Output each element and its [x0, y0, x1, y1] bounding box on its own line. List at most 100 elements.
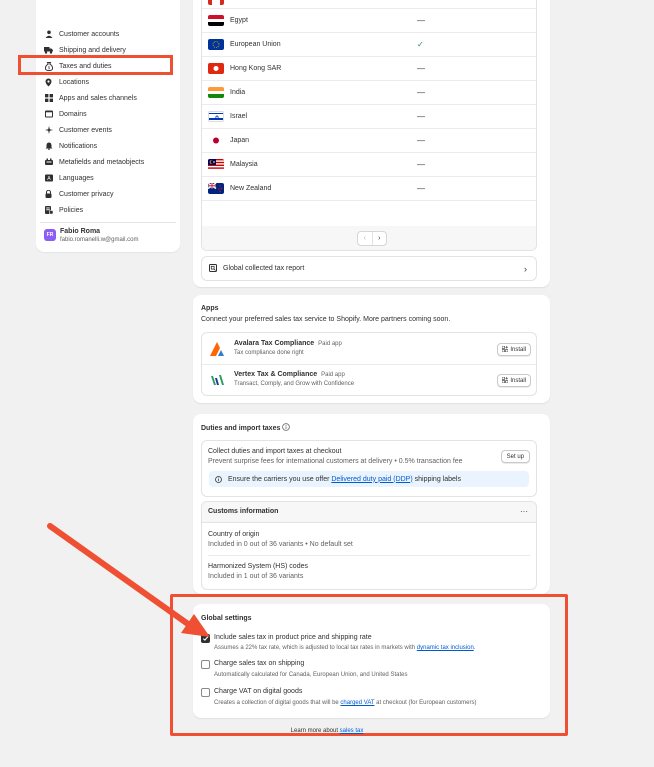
- apps-subtitle: Connect your preferred sales tax service…: [201, 316, 451, 323]
- report-label: Global collected tax report: [223, 265, 305, 272]
- customs-info-box: Customs information ··· Country of origi…: [201, 501, 537, 590]
- region-status: —: [417, 183, 425, 193]
- user-name: Fabio Roma: [60, 228, 101, 235]
- sidebar-item-apps[interactable]: Apps and sales channels: [44, 91, 137, 105]
- hs-title: Harmonized System (HS) codes: [208, 563, 308, 570]
- table-row[interactable]: Japan —: [202, 128, 536, 153]
- new-zealand-flag-icon: [208, 182, 224, 194]
- more-actions-icon[interactable]: ···: [520, 507, 528, 516]
- install-avalara-button[interactable]: Install: [497, 343, 531, 356]
- region-name: Egypt: [230, 16, 248, 24]
- previous-page-button[interactable]: ‹: [358, 232, 373, 245]
- table-row[interactable]: Hong Kong SAR —: [202, 56, 536, 81]
- info-circle-icon: [215, 475, 222, 483]
- table-row[interactable]: Israel —: [202, 104, 536, 129]
- region-status: —: [417, 87, 425, 97]
- origin-desc: Included in 0 out of 36 variants • No de…: [208, 541, 353, 548]
- svg-text:A: A: [47, 176, 51, 182]
- sidebar-item-label: Policies: [59, 206, 84, 214]
- sparkle-icon: [44, 126, 53, 135]
- paid-app-badge: Paid app: [318, 341, 342, 347]
- sidebar-divider: [40, 222, 176, 223]
- sidebar-item-languages[interactable]: A Languages: [44, 171, 94, 185]
- sidebar-item-label: Customer privacy: [59, 190, 114, 198]
- malaysia-flag-icon: [208, 158, 224, 170]
- globe-icon: [44, 110, 53, 119]
- duties-card: Duties and import taxes Collect duties a…: [193, 414, 550, 594]
- banner-suffix: shipping labels: [412, 475, 461, 483]
- report-icon: [209, 264, 217, 274]
- duties-title: Duties and import taxes: [201, 423, 291, 433]
- india-flag-icon: [208, 86, 224, 98]
- sidebar-item-label: Apps and sales channels: [59, 94, 137, 102]
- sidebar-item-label: Notifications: [59, 142, 98, 150]
- install-vertex-button[interactable]: Install: [497, 374, 531, 387]
- info-banner: Ensure the carriers you use offer Delive…: [209, 471, 529, 487]
- global-tax-report-link[interactable]: Global collected tax report ›: [201, 256, 537, 281]
- set-up-button[interactable]: Set up: [500, 450, 530, 463]
- tax-regions-table: Egypt — European Union ✓ Hong Kong SAR —…: [201, 0, 537, 251]
- table-row[interactable]: European Union ✓: [202, 32, 536, 57]
- app-description: Tax compliance done right: [234, 350, 304, 356]
- sidebar-item-metafields[interactable]: Metafields and metaobjects: [44, 155, 144, 169]
- pagination-controls: ‹ ›: [357, 231, 387, 246]
- sidebar-item-label: Metafields and metaobjects: [59, 158, 145, 166]
- canada-flag-icon: [208, 0, 224, 5]
- customs-header: Customs information ···: [202, 502, 536, 523]
- sidebar-item-locations[interactable]: Locations: [44, 75, 89, 89]
- table-row[interactable]: Egypt —: [202, 8, 536, 33]
- apps-card: Apps Connect your preferred sales tax se…: [193, 295, 550, 403]
- install-label: Install: [510, 377, 526, 384]
- next-page-button[interactable]: ›: [373, 232, 387, 245]
- sales-tax-link[interactable]: sales tax: [340, 728, 364, 734]
- sidebar-item-label: Languages: [59, 174, 94, 182]
- table-row[interactable]: Malaysia —: [202, 152, 536, 177]
- egypt-flag-icon: [208, 14, 224, 26]
- app-name-text: Vertex Tax & Compliance: [234, 371, 318, 378]
- vertex-logo-icon: [209, 372, 225, 388]
- origin-title: Country of origin: [208, 531, 260, 538]
- bell-icon: [44, 142, 53, 151]
- database-icon: [44, 158, 53, 167]
- region-name: India: [230, 88, 246, 96]
- sidebar-item-label: Domains: [59, 110, 87, 118]
- info-icon[interactable]: [282, 423, 291, 433]
- hs-desc: Included in 1 out of 36 variants: [208, 573, 304, 580]
- table-row[interactable]: New Zealand —: [202, 176, 536, 201]
- region-name: New Zealand: [230, 184, 272, 192]
- region-name: European Union: [230, 40, 281, 48]
- sidebar-item-customer-accounts[interactable]: Customer accounts: [44, 27, 119, 41]
- ddp-link[interactable]: Delivered duty paid (DDP): [331, 476, 412, 483]
- chevron-right-icon: ›: [524, 263, 527, 274]
- sidebar-item-notifications[interactable]: Notifications: [44, 139, 97, 153]
- table-row[interactable]: India —: [202, 80, 536, 105]
- sidebar-item-label: Customer events: [59, 126, 112, 134]
- region-status: —: [417, 159, 425, 169]
- sidebar-item-label: Locations: [59, 78, 89, 86]
- install-label: Install: [510, 346, 526, 353]
- app-name: Avalara Tax Compliance Paid app: [234, 340, 342, 347]
- tax-regions-card: Egypt — European Union ✓ Hong Kong SAR —…: [193, 0, 550, 287]
- location-icon: [44, 78, 53, 87]
- region-name: Japan: [230, 136, 250, 144]
- lock-icon: [44, 190, 53, 199]
- sidebar-item-policies[interactable]: Policies: [44, 203, 83, 217]
- install-icon: [502, 376, 509, 385]
- avatar[interactable]: FR: [44, 229, 56, 241]
- japan-flag-icon: [208, 134, 224, 146]
- paid-app-badge: Paid app: [321, 372, 345, 378]
- sidebar-item-customer-privacy[interactable]: Customer privacy: [44, 187, 113, 201]
- learn-more: Learn more about sales tax: [0, 728, 654, 734]
- annotation-highlight-global-settings: [170, 594, 568, 736]
- list-item: Avalara Tax Compliance Paid app Tax compl…: [202, 333, 536, 365]
- region-status: —: [417, 15, 425, 25]
- collect-duties-desc: Prevent surprise fees for international …: [208, 458, 463, 465]
- sidebar-item-label: Customer accounts: [59, 30, 120, 38]
- region-name: Israel: [230, 112, 248, 120]
- region-name: Hong Kong SAR: [230, 64, 282, 72]
- app-name-text: Avalara Tax Compliance: [234, 340, 315, 347]
- sidebar-item-customer-events[interactable]: Customer events: [44, 123, 112, 137]
- sidebar-item-domains[interactable]: Domains: [44, 107, 87, 121]
- collect-duties-box: Collect duties and import taxes at check…: [201, 440, 537, 497]
- apps-title: Apps: [201, 305, 219, 312]
